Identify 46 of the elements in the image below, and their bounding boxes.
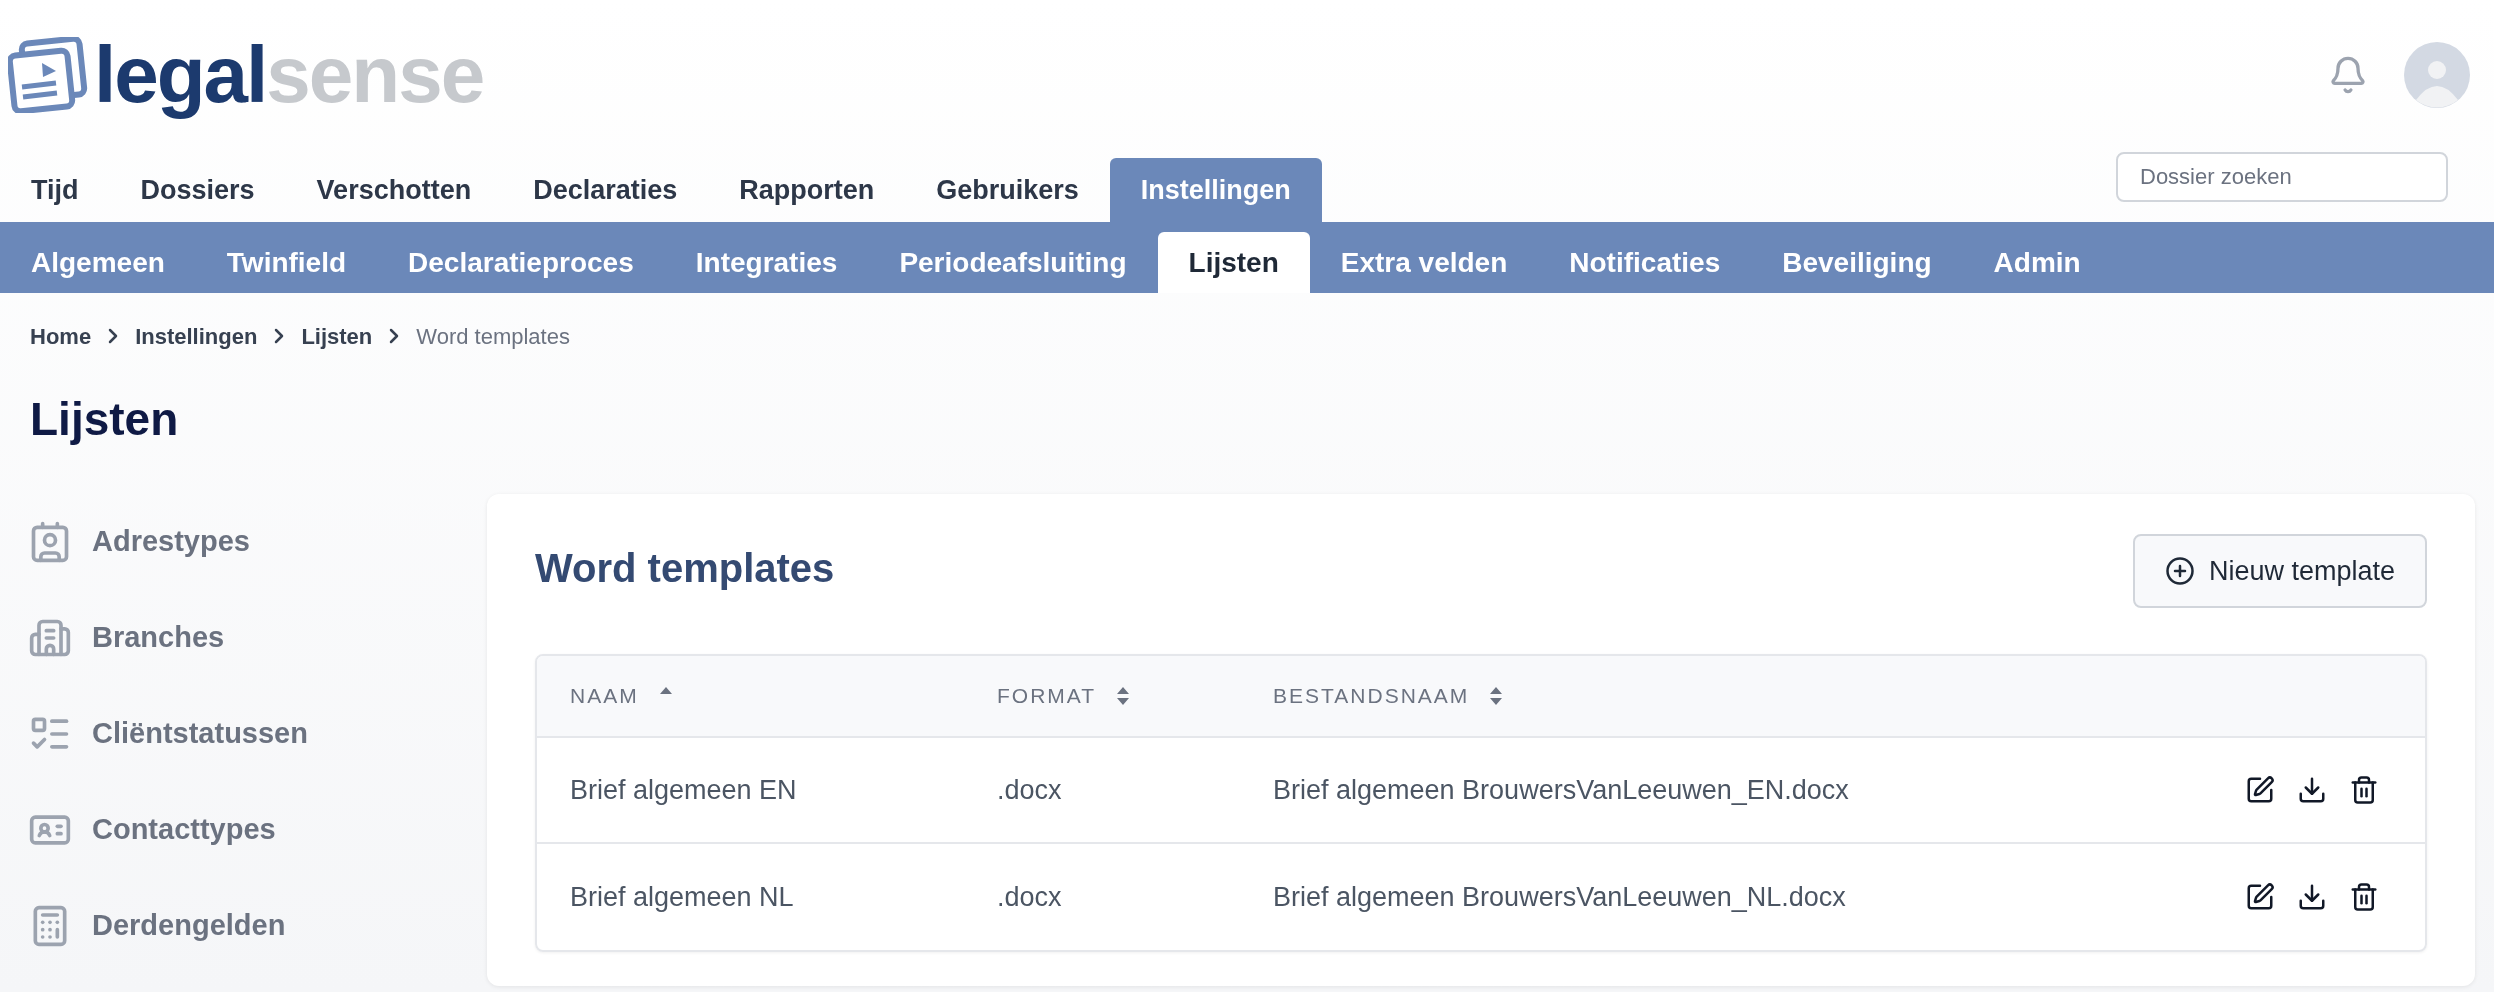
nav-tab[interactable]: Gebruikers	[905, 158, 1110, 222]
sub-nav-tab[interactable]: Integraties	[664, 232, 869, 293]
table-cell-text: Brief algemeen NL	[569, 880, 795, 914]
table-cell-text: Brief algemeen BrouwersVanLeeuwen_NL.docx	[1272, 880, 1847, 914]
card-title: Word templates	[535, 545, 835, 592]
nav-tab[interactable]: Verschotten	[285, 158, 503, 222]
sub-nav-tab[interactable]: Beveiliging	[1751, 232, 1963, 293]
nav-tab[interactable]: Rapporten	[708, 158, 906, 222]
breadcrumb-item: Word templates	[416, 322, 570, 351]
table-cell-text: Brief algemeen BrouwersVanLeeuwen_EN.docx	[1272, 773, 1850, 807]
sub-nav-tab[interactable]: Algemeen	[0, 232, 196, 293]
sub-nav-tab[interactable]: Periodeafsluiting	[868, 232, 1158, 293]
nav-tab[interactable]: Tijd	[0, 158, 110, 222]
sub-nav-tab[interactable]: Lijsten	[1157, 232, 1310, 293]
search-field[interactable]: Dossier zoeken	[2116, 152, 2448, 202]
sidebar-item[interactable]: Derdengelden	[28, 878, 487, 974]
sidebar-item[interactable]: Adrestypes	[28, 494, 487, 590]
sub-nav-tab[interactable]: Notificaties	[1538, 232, 1752, 293]
download-icon[interactable]	[2297, 775, 2327, 805]
column-header[interactable]: FORMAT	[997, 680, 1097, 712]
logo-icon	[8, 37, 88, 113]
download-icon[interactable]	[2297, 882, 2327, 912]
sidebar-item[interactable]: Branches	[28, 590, 487, 686]
trash-icon[interactable]	[2349, 775, 2379, 805]
new-template-button[interactable]: Nieuw template	[2132, 534, 2427, 608]
sub-nav-tab[interactable]: Declaratieproces	[377, 232, 665, 293]
sidebar-item[interactable]: Contacttypes	[28, 782, 487, 878]
nav-tab[interactable]: Declaraties	[502, 158, 709, 222]
column-header[interactable]: NAAM	[570, 680, 639, 712]
breadcrumb-item[interactable]: Instellingen	[135, 319, 258, 353]
breadcrumb-item[interactable]: Home	[30, 319, 92, 353]
sub-nav-tab[interactable]: Admin	[1962, 232, 2112, 293]
sub-nav-tab[interactable]: Twinfield	[195, 232, 378, 293]
table-cell-text: Brief algemeen EN	[569, 773, 798, 807]
sidebar-item[interactable]: Cliëntstatussen	[28, 686, 487, 782]
edit-icon[interactable]	[2245, 775, 2275, 805]
table-cell-text: .docx	[996, 773, 1063, 807]
nav-tab[interactable]: Dossiers	[109, 158, 286, 222]
plus-circle-icon	[2164, 556, 2195, 586]
trash-icon[interactable]	[2349, 882, 2379, 912]
breadcrumb-item[interactable]: Lijsten	[301, 319, 373, 353]
nav-tab[interactable]: Instellingen	[1109, 158, 1322, 222]
sub-nav-tab[interactable]: Extra velden	[1309, 232, 1539, 293]
table-cell-text: .docx	[996, 880, 1063, 914]
edit-icon[interactable]	[2245, 882, 2275, 912]
column-header[interactable]: BESTANDSNAAM	[1273, 680, 1470, 712]
